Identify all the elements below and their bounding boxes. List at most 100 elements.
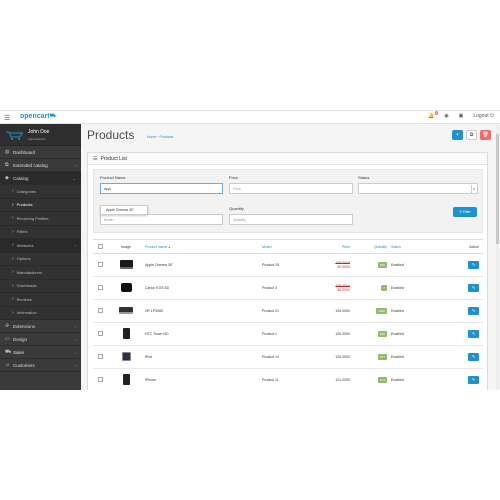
notifications-button[interactable]: 🔔 1 [428, 111, 439, 119]
logo[interactable]: opencart⛟ [20, 113, 56, 120]
logout-link[interactable]: Logout ⏻ [473, 113, 494, 119]
row-model: Product 21 [262, 299, 319, 323]
row-status: Enabled [391, 368, 443, 390]
col-product-name[interactable]: Product Name ▴ [145, 239, 262, 254]
row-image-cell [107, 345, 145, 369]
col-price[interactable]: Price [319, 239, 354, 254]
edit-button[interactable]: ✎ [468, 353, 479, 361]
edit-button[interactable]: ✎ [468, 284, 479, 292]
trash-icon: 🗑 [482, 132, 489, 138]
copy-button[interactable]: ⧉ [466, 130, 477, 140]
sidebar-item-extended-catalog[interactable]: ⧉ Extended catalog › [0, 159, 81, 172]
table-row: HP LP3065 Product 21 100.0000 1000 Enabled ✎ [93, 299, 483, 323]
sidebar-sub-label: Filters [16, 229, 28, 235]
product-thumbnail [122, 328, 130, 339]
add-new-button[interactable]: + [452, 130, 463, 140]
breadcrumb-products[interactable]: Products [159, 135, 173, 139]
sidebar-sub-categories[interactable]: › Categories [0, 185, 81, 199]
row-select-cell [93, 299, 107, 323]
row-price-cell: 100.0000 [319, 345, 354, 369]
sidebar-sub-products[interactable]: › Products [0, 198, 81, 212]
col-model[interactable]: Model [262, 239, 319, 254]
bullet-icon: › [12, 242, 14, 249]
breadcrumb-home[interactable]: Home [147, 135, 156, 139]
menu-toggle-icon[interactable]: ☰ [4, 114, 10, 122]
quantity-badge: 977 [377, 354, 387, 360]
sidebar-item-label: Sales [13, 349, 25, 355]
sidebar-sub-label: Manufacturers [16, 269, 43, 275]
row-status: Enabled [391, 299, 443, 323]
row-checkbox[interactable] [97, 308, 103, 313]
filter-button[interactable]: ⚲ Filter [453, 207, 477, 217]
sidebar-item-design[interactable]: ▭ Design › [0, 333, 81, 346]
sidebar-sub-label: Reviews [16, 296, 32, 302]
quantity-input[interactable]: Quantity [229, 214, 353, 225]
bell-icon: 🔔 [428, 113, 435, 119]
edit-button[interactable]: ✎ [468, 261, 479, 269]
sidebar-item-extensions[interactable]: ✣ Extensions › [0, 320, 81, 333]
sidebar-sub-information[interactable]: › Information [0, 306, 81, 320]
sidebar-sub-label: Information [16, 310, 37, 316]
autocomplete-suggestion[interactable]: Apple Cinema 30" [100, 205, 148, 215]
sidebar-sub-options[interactable]: › Options [0, 252, 81, 266]
sidebar-item-dashboard[interactable]: ◍ Dashboard [0, 146, 81, 159]
chevron-down-icon: ⌄ [72, 175, 76, 181]
row-checkbox[interactable] [97, 377, 103, 382]
quantity-badge: 970 [377, 377, 387, 383]
edit-button[interactable]: ✎ [468, 307, 479, 315]
edit-button[interactable]: ✎ [468, 330, 479, 338]
panel-heading: ☰ Product List [88, 153, 487, 165]
store-icon[interactable]: ▣ [459, 113, 464, 119]
sidebar-sub-reviews[interactable]: › Reviews [0, 293, 81, 307]
logout-label: Logout [473, 113, 489, 119]
product-thumbnail [119, 260, 133, 269]
bullet-icon: › [12, 201, 14, 208]
page-header: Products Home › Products + ⧉ 🗑 [81, 124, 500, 150]
help-icon[interactable]: ◉ [444, 113, 448, 119]
select-all-checkbox[interactable] [97, 243, 103, 249]
edit-button[interactable]: ✎ [468, 376, 479, 384]
cart-logo-icon: ⛟ [49, 113, 56, 119]
sidebar-sub-recurring-profiles[interactable]: › Recurring Profiles [0, 212, 81, 226]
row-product-name: iPod [145, 345, 262, 369]
delete-button[interactable]: 🗑 [480, 130, 491, 140]
top-header: ☰ opencart⛟ 🔔 1 ◉ ▣ Logout ⏻ [0, 111, 500, 124]
sidebar-sub-attributes[interactable]: › Attributes › [0, 239, 81, 253]
sidebar-item-catalog[interactable]: ◆ Catalog ⌄ [0, 172, 81, 185]
row-checkbox[interactable] [97, 262, 103, 267]
breadcrumb: Home › Products [147, 135, 173, 139]
status-select[interactable]: ⇕ [358, 183, 478, 194]
row-image-cell [107, 322, 145, 346]
sidebar-item-sales[interactable]: ⛟ Sales › [0, 346, 81, 359]
sidebar-sub-manufacturers[interactable]: › Manufacturers [0, 266, 81, 280]
col-quantity[interactable]: Quantity [354, 239, 391, 254]
user-profile[interactable]: John Doe Administrator [0, 124, 81, 146]
bullet-icon: › [12, 228, 14, 235]
price-input[interactable]: Price [229, 183, 353, 194]
product-thumbnail [121, 352, 131, 361]
col-action: Action [443, 239, 483, 254]
sidebar-item-customers[interactable]: ☺ Customers › [0, 359, 81, 372]
row-product-name: iPhone [145, 368, 262, 390]
row-product-name: Apple Cinema 30" [145, 253, 262, 277]
sidebar-sub-downloads[interactable]: › Downloads [0, 279, 81, 293]
table-row: Apple Cinema 30" Product 15 100.0000 90.000… [93, 253, 483, 277]
product-name-label: Product Name [100, 175, 126, 180]
row-checkbox[interactable] [97, 285, 103, 290]
col-image: Image [107, 239, 145, 254]
row-action-cell: ✎ [443, 345, 483, 369]
row-select-cell [93, 368, 107, 390]
row-model: Product 3 [262, 276, 319, 300]
row-price: 100.0000 [335, 332, 350, 336]
cart-avatar-icon [6, 131, 23, 140]
row-checkbox[interactable] [97, 354, 103, 359]
row-checkbox[interactable] [97, 331, 103, 336]
product-name-input[interactable]: App| [100, 183, 223, 194]
scrollbar-thumb[interactable] [496, 134, 499, 244]
product-thumbnail [122, 374, 130, 385]
model-input[interactable]: Model [100, 214, 223, 225]
header-buttons: + ⧉ 🗑 [452, 130, 491, 140]
col-status[interactable]: Status [391, 239, 443, 254]
scrollbar[interactable] [496, 124, 499, 390]
sidebar-sub-filters[interactable]: › Filters [0, 225, 81, 239]
